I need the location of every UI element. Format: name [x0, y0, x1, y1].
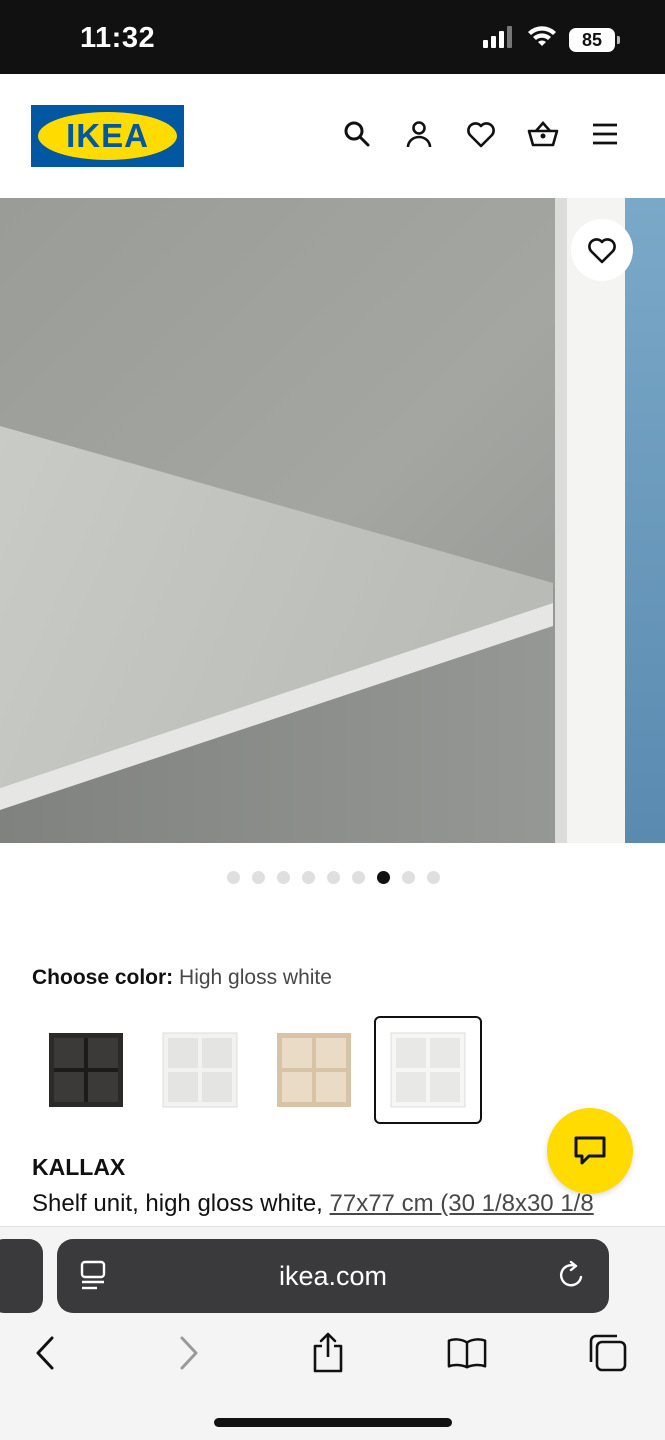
- product-image[interactable]: [0, 198, 665, 843]
- browser-nav-row: [0, 1327, 665, 1387]
- product-description: Shelf unit, high gloss white, 77x77 cm (…: [32, 1190, 642, 1218]
- image-pagination: [0, 871, 665, 884]
- pagination-dot[interactable]: [377, 871, 390, 884]
- pagination-dot[interactable]: [402, 871, 415, 884]
- shelf-thumbnail: [277, 1033, 351, 1107]
- chat-icon: [574, 1136, 606, 1165]
- previous-tab-preview[interactable]: [0, 1239, 43, 1313]
- cellular-signal-icon: [483, 26, 515, 53]
- wifi-icon: [527, 26, 557, 53]
- swatch-white[interactable]: [146, 1016, 254, 1124]
- pagination-dot[interactable]: [277, 871, 290, 884]
- site-header: IKEA: [0, 74, 665, 198]
- product-photo: [0, 198, 665, 843]
- search-icon[interactable]: [341, 118, 373, 150]
- pagination-dot[interactable]: [227, 871, 240, 884]
- browser-toolbar: ikea.com: [0, 1226, 665, 1440]
- selected-color-value: High gloss white: [179, 966, 332, 989]
- account-icon[interactable]: [403, 118, 435, 150]
- pagination-dot[interactable]: [352, 871, 365, 884]
- pagination-dot[interactable]: [252, 871, 265, 884]
- heart-icon[interactable]: [465, 118, 497, 150]
- add-to-favorites-button[interactable]: [571, 219, 633, 281]
- swatch-white-stained-oak[interactable]: [260, 1016, 368, 1124]
- forward-icon[interactable]: [169, 1333, 209, 1373]
- pagination-dot[interactable]: [427, 871, 440, 884]
- reload-icon[interactable]: [557, 1259, 587, 1296]
- choose-color-title: Choose color:: [32, 966, 174, 989]
- color-swatches: [32, 1016, 482, 1124]
- address-bar[interactable]: ikea.com: [57, 1239, 609, 1313]
- pagination-dot[interactable]: [327, 871, 340, 884]
- swatch-black-brown[interactable]: [32, 1016, 140, 1124]
- header-icons: [341, 118, 621, 150]
- back-icon[interactable]: [25, 1333, 65, 1373]
- ikea-logo[interactable]: IKEA: [31, 105, 184, 167]
- status-icons: 85: [483, 26, 620, 53]
- battery-indicator: 85: [569, 27, 620, 52]
- menu-icon[interactable]: [589, 118, 621, 150]
- product-name: KALLAX: [32, 1154, 126, 1180]
- shelf-thumbnail: [162, 1032, 238, 1108]
- home-indicator[interactable]: [214, 1418, 452, 1427]
- share-icon[interactable]: [308, 1332, 348, 1373]
- logo-oval: IKEA: [38, 112, 177, 160]
- swatch-high-gloss-white[interactable]: [374, 1016, 482, 1124]
- url-text: ikea.com: [278, 1261, 388, 1291]
- status-bar: 11:32 85: [0, 0, 665, 74]
- chat-button[interactable]: [547, 1108, 633, 1194]
- tabs-icon[interactable]: [588, 1333, 628, 1373]
- product-dimensions-link[interactable]: 77x77 cm (30 1/8x30 1/8: [330, 1190, 594, 1217]
- status-time: 11:32: [80, 22, 156, 54]
- shelf-thumbnail: [390, 1032, 466, 1108]
- pagination-dot[interactable]: [302, 871, 315, 884]
- shelf-thumbnail: [49, 1033, 123, 1107]
- product-description-text: Shelf unit, high gloss white,: [32, 1190, 330, 1217]
- heart-icon: [588, 238, 616, 264]
- logo-text: IKEA: [66, 117, 149, 154]
- bookmarks-icon[interactable]: [447, 1333, 487, 1373]
- basket-icon[interactable]: [527, 118, 559, 150]
- choose-color-label: Choose color: High gloss white: [32, 966, 332, 990]
